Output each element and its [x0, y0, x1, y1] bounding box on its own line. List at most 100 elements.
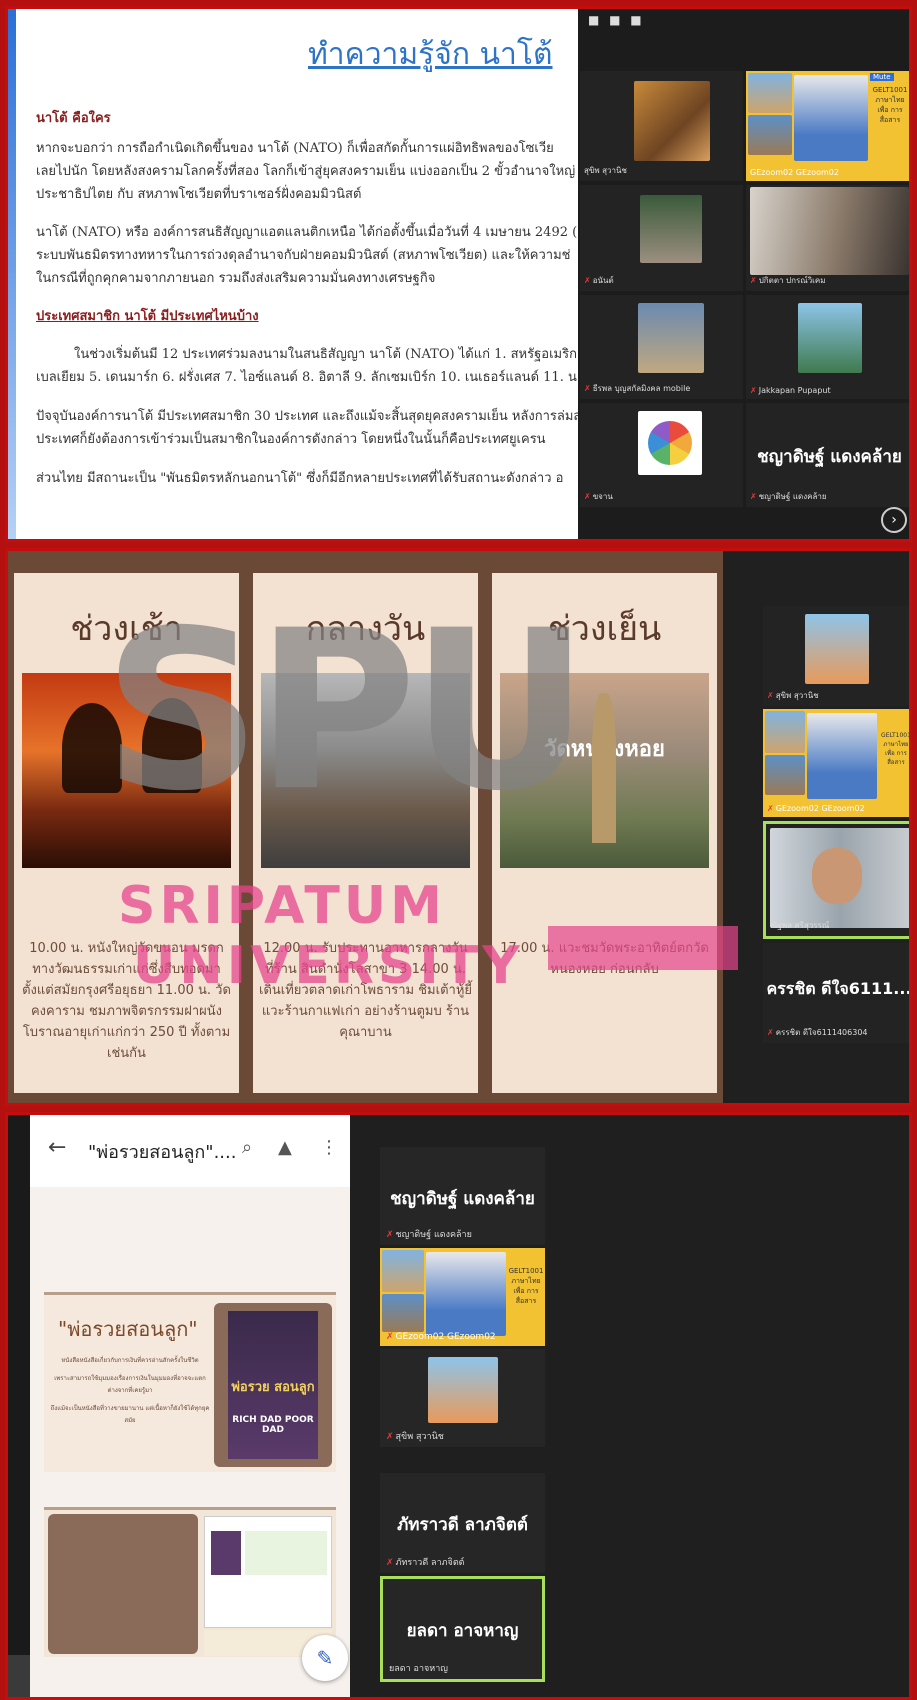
zoom-screenshot-3: ← "พ่อรวยสอนลูก".... ⌕ ▲ ⋮ "พ่อรวยสอนลูก… [5, 1112, 912, 1700]
participant-face [812, 848, 862, 904]
mic-muted-icon: ✗ [750, 492, 757, 501]
participant-name-text: Jakkapan Pupaput [758, 386, 831, 395]
infographic-panel [245, 1531, 327, 1575]
participant-display-name: ภัทราวดี ลาภจิตต์ [397, 1515, 528, 1535]
sign-text: GELT1001 ภาษาไทย เพื่อ การสื่อสาร [508, 1267, 544, 1305]
participant-video [807, 713, 877, 799]
participant-video [798, 303, 862, 373]
participant-tile[interactable]: ชญาดิษฐ์ แดงคล้าย ✗ ชญาดิษฐ์ แดงคล้าย [746, 403, 909, 507]
mic-muted-icon: ✗ [767, 1028, 774, 1037]
buddha-statue [592, 693, 616, 843]
infographic [204, 1516, 332, 1628]
participant-tile[interactable]: ภัทราวดี ลาภจิตต์ ✗ ภัทราวดี ลาภจิตต์ [380, 1473, 545, 1573]
drive-viewer-toolbar: ← "พ่อรวยสอนลูก".... ⌕ ▲ ⋮ [30, 1115, 350, 1187]
paragraph-line: ในกรณีที่ถูกคุกคามจากภายนอก รวมถึงส่งเสร… [36, 271, 436, 286]
paragraph-line: เลยไปนัก โดยหลังสงครามโลกครั้งที่สอง โลก… [36, 164, 576, 179]
participant-name: ✗ ธีรพล บุญสกัลมิงคล mobile [584, 382, 690, 395]
paragraph-line: ปัจจุบันองค์การนาโต้ มีประเทศสมาชิก 30 ป… [36, 409, 582, 424]
mic-muted-icon: ✗ [584, 276, 591, 285]
mic-muted-icon: ✗ [386, 1230, 394, 1240]
mic-muted-icon: ✗ [584, 492, 591, 501]
participant-tile[interactable]: ✗ ธีรพล บุญสกัลมิงคล mobile [580, 295, 743, 399]
participant-avatar [638, 411, 702, 475]
participant-tile[interactable]: ✗ อนันต์ [580, 185, 743, 291]
mic-muted-icon: ✗ [584, 384, 591, 393]
participant-name-text: สุขิพ สุวานิช [395, 1432, 444, 1442]
participant-video [770, 828, 909, 928]
card-title: ช่วงเช้า [70, 609, 183, 649]
temple-photo: วัดหนองหอย [500, 673, 709, 868]
add-to-drive-icon[interactable]: ▲ [278, 1137, 292, 1158]
participant-tile[interactable]: ✗ ขจาน [580, 403, 743, 507]
book-title: พ่อรวย สอนลูก [231, 1380, 315, 1395]
participant-tile[interactable]: GELT1001 ภาษาไทย เพื่อ การสื่อสาร ✗ GEzoo… [380, 1248, 545, 1346]
paragraph-line: นาโต้ (NATO) หรือ องค์การสนธิสัญญาแอตแลน… [36, 225, 591, 240]
participant-video [426, 1252, 506, 1336]
card-text: 17.00 น. แวะชมวัดพระอาทิตย์ตกวัดหนองหอย … [500, 941, 709, 977]
participant-name-text: GEzoom02 GEzoom02 [395, 1332, 496, 1342]
itinerary-card: ช่วงเช้า 10.00 น. หนังใหญ่วัดขนอน มรดกทา… [14, 573, 239, 1093]
participant-tile-active-speaker[interactable]: ณัฐพล ศรีสุวรรณ์ [763, 821, 909, 939]
next-page-button[interactable]: › [881, 507, 907, 533]
participant-tile[interactable]: ✗ Jakkapan Pupaput [746, 295, 909, 399]
document-title: ทำความรู้จัก นาโต้ [308, 37, 553, 72]
shared-slide: ช่วงเช้า 10.00 น. หนังใหญ่วัดขนอน มรดกทา… [8, 551, 723, 1103]
mic-muted-icon: ✗ [386, 1432, 394, 1442]
edit-pencil-icon[interactable]: ✎ [302, 1635, 348, 1681]
participant-name: ✗ ขจาน [584, 490, 613, 503]
find-in-page-icon[interactable]: ⌕ [242, 1137, 252, 1158]
participant-tile-active-speaker[interactable]: ยลดา อาจหาญ ยลดา อาจหาญ [380, 1576, 545, 1682]
participant-name: ✗ Jakkapan Pupaput [750, 386, 831, 395]
section-heading: นาโต้ คือใคร [36, 111, 111, 126]
gallery-dots-icon[interactable]: ■ ■ ■ [588, 13, 645, 27]
page-subtitle-line: เพราะสามารถใช้มุมมองเรื่องการเงินในมุมมอ… [54, 1375, 206, 1394]
back-arrow-icon[interactable]: ← [48, 1135, 66, 1160]
participant-name: ✗ GEzoom02 GEzoom02 [767, 804, 865, 813]
participant-tile[interactable]: GELT1001 ภาษาไทย เพื่อ การสื่อสาร Mute G… [746, 71, 909, 181]
participant-name-text: ปกิตตา ปกรณ์วิเคม [758, 276, 826, 285]
participant-tile[interactable]: ชญาดิษฐ์ แดงคล้าย ✗ ชญาดิษฐ์ แดงคล้าย [380, 1147, 545, 1245]
card-text: 12.00 น. รับประทานอาหารกลางวัน ที่ร้าน ส… [259, 941, 473, 1040]
document-page [44, 1507, 336, 1657]
participant-name: สุขิพ สุวานิช [584, 166, 627, 175]
participant-name-text: ชญาดิษฐ์ แดงคล้าย [758, 492, 827, 501]
participant-tile[interactable]: ✗ ปกิตตา ปกรณ์วิเคม [746, 185, 909, 291]
participant-video [794, 75, 868, 161]
shared-document: ทำความรู้จัก นาโต้ นาโต้ คือใคร หากจะบอก… [8, 9, 603, 539]
participant-video [750, 187, 909, 275]
participant-name-text: ครรชิต ดีใจ6111406304 [775, 1028, 868, 1037]
paragraph-line: หากจะบอกว่า การถือกำเนิดเกิดขึ้นของ นาโต… [36, 141, 554, 156]
card-text: 10.00 น. หนังใหญ่วัดขนอน มรดกทางวัฒนธรรม… [22, 941, 231, 1061]
participant-tile[interactable]: ✗ สุขิพ สุวานิช [380, 1349, 545, 1447]
participant-name-text: ชญาดิษฐ์ แดงคล้าย [395, 1230, 472, 1240]
mute-button[interactable]: Mute [870, 73, 894, 81]
participant-video [428, 1357, 498, 1423]
participant-tile[interactable]: GELT1001 ภาษาไทย เพื่อ การสื่อสาร ✗ GEzoo… [763, 709, 909, 817]
participant-video [805, 614, 869, 684]
paragraph-line: ประชาธิปไตย กับ สหภาพโซเวียตที่บราเซอร์ฝ… [36, 187, 362, 202]
participant-tile[interactable]: ครรชิต ดีใจ6111... ✗ ครรชิต ดีใจ611140630… [763, 943, 912, 1043]
page-subtitle: หนังสือหนังสือเกี่ยวกับการเงินที่ควรอ่าน… [50, 1355, 210, 1427]
participant-gallery: ■ ■ ■ สุขิพ สุวานิช GELT1001 ภาษาไทย เพื… [578, 9, 909, 539]
participant-tile[interactable]: ✗ สุขิพ สุวานิช [763, 606, 909, 706]
participant-name: ✗ ภัทราวดี ลาภจิตต์ [386, 1555, 465, 1569]
participant-name-text: อนันต์ [592, 276, 614, 285]
paragraph-line: ระบบพันธมิตรทางทหารในการถ่วงดุลอำนาจกับฝ… [36, 248, 571, 263]
book-cover: พ่อรวย สอนลูก RICH DAD POOR DAD [228, 1311, 318, 1459]
participant-name: ✗ สุขิพ สุวานิช [386, 1429, 444, 1443]
book-subtitle: RICH DAD POOR DAD [232, 1415, 314, 1435]
participant-video [640, 195, 702, 263]
participant-tile[interactable]: สุขิพ สุวานิช [580, 71, 743, 181]
participant-video [765, 711, 805, 753]
participant-display-name: ครรชิต ดีใจ6111... [766, 979, 912, 998]
more-options-icon[interactable]: ⋮ [320, 1137, 338, 1158]
participant-name: ✗ ครรชิต ดีใจ6111406304 [767, 1026, 868, 1039]
participant-video [634, 81, 710, 161]
document-title: "พ่อรวยสอนลูก".... [88, 1142, 237, 1163]
paragraph-line: ส่วนไทย มีสถานะเป็น "พันธมิตรหลักนอกนาโต… [36, 471, 564, 486]
itinerary-card: ช่วงเย็น วัดหนองหอย 17.00 น. แวะชมวัดพระ… [492, 573, 717, 1093]
card-title: กลางวัน [305, 609, 426, 649]
participant-name: ✗ อนันต์ [584, 274, 614, 287]
mic-muted-icon: ✗ [767, 691, 774, 700]
participant-sidebar: ✗ สุขิพ สุวานิช GELT1001 ภาษาไทย เพื่อ กา… [723, 551, 912, 1103]
